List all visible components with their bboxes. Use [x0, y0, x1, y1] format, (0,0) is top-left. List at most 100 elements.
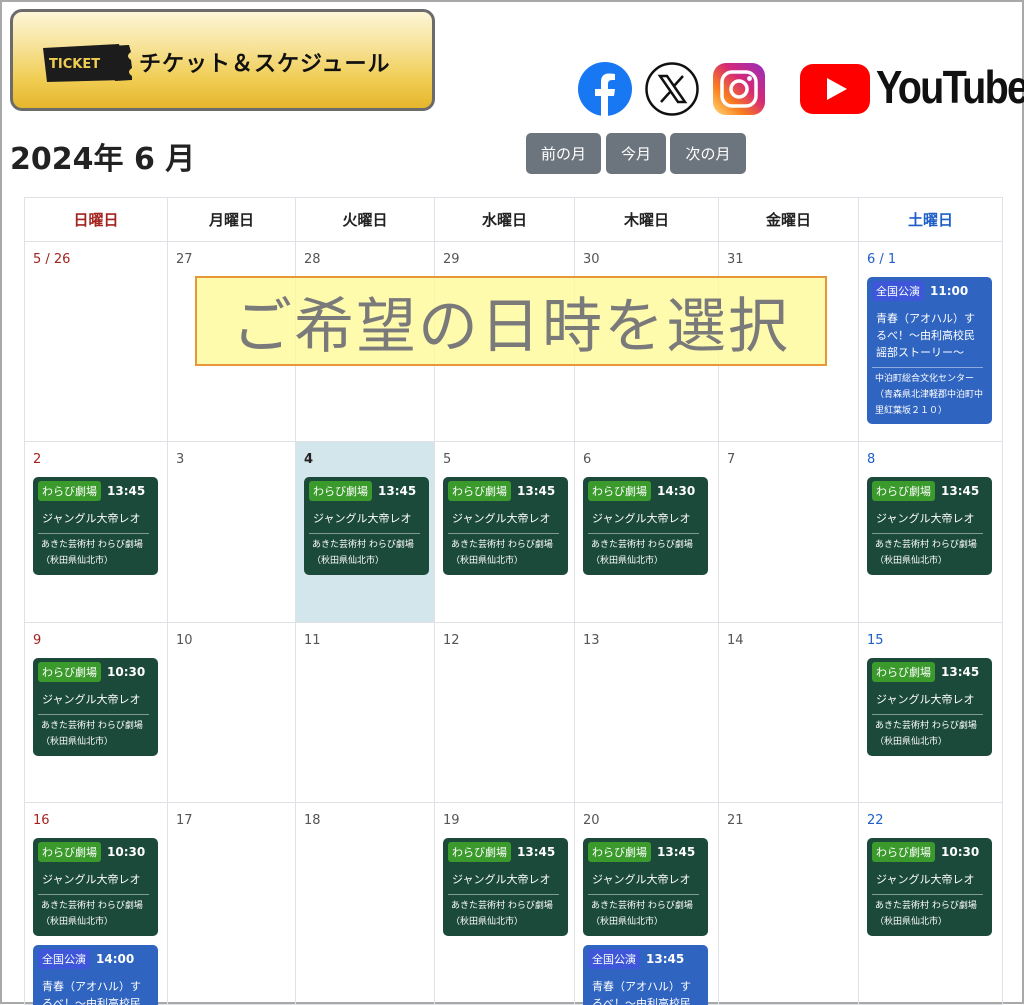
calendar-day-cell[interactable]: 15 わらび劇場 13:45 ジャングル大帝レオ あきた芸術村 わらび劇場（秋田県仙北市… — [858, 622, 1003, 803]
event-card[interactable]: 全国公演 13:45 青春（アオハル）するべ！〜由利高校民謡部ストーリー〜 — [583, 945, 708, 1005]
event-time: 13:45 — [378, 484, 417, 498]
event-card[interactable]: わらび劇場 13:45 ジャングル大帝レオ あきた芸術村 わらび劇場（秋田県仙北市） — [33, 477, 158, 575]
event-time: 10:30 — [107, 665, 146, 679]
event-venue: あきた芸術村 わらび劇場（秋田県仙北市） — [875, 540, 977, 566]
event-venue: あきた芸術村 わらび劇場（秋田県仙北市） — [41, 721, 143, 747]
x-link[interactable] — [645, 62, 699, 116]
event-time: 13:45 — [517, 845, 556, 859]
event-badge: わらび劇場 — [872, 481, 935, 501]
weekday-wed: 水曜日 — [434, 197, 575, 242]
event-card[interactable]: わらび劇場 14:30 ジャングル大帝レオ あきた芸術村 わらび劇場（秋田県仙北市） — [583, 477, 708, 575]
calendar-day-cell[interactable]: 3 — [167, 441, 296, 623]
current-month-button[interactable]: 今月 — [606, 133, 666, 174]
weekday-tue: 火曜日 — [295, 197, 435, 242]
day-number: 12 — [443, 633, 460, 648]
event-badge: 全国公演 — [38, 949, 90, 969]
calendar-day-cell[interactable]: 16 わらび劇場 10:30 ジャングル大帝レオ あきた芸術村 わらび劇場（秋田県仙北市… — [24, 802, 168, 1005]
calendar-day-cell[interactable]: 6 わらび劇場 14:30 ジャングル大帝レオ あきた芸術村 わらび劇場（秋田県仙北市） — [574, 441, 719, 623]
calendar-day-cell[interactable]: 17 — [167, 802, 296, 1005]
calendar-day-cell[interactable]: 5 / 26 — [24, 241, 168, 442]
ticket-logo-text: TICKET — [49, 57, 100, 72]
event-time: 10:30 — [107, 845, 146, 859]
facebook-link[interactable] — [578, 62, 632, 116]
event-card[interactable]: わらび劇場 13:45 ジャングル大帝レオ あきた芸術村 わらび劇場（秋田県仙北市） — [443, 838, 568, 936]
event-card[interactable]: わらび劇場 13:45 ジャングル大帝レオ あきた芸術村 わらび劇場（秋田県仙北市） — [867, 658, 992, 756]
calendar-day-cell[interactable]: 4 わらび劇場 13:45 ジャングル大帝レオ あきた芸術村 わらび劇場（秋田県仙北市） — [295, 441, 435, 623]
event-time: 13:45 — [646, 952, 685, 966]
youtube-wordmark[interactable]: YouTube — [876, 60, 1024, 114]
next-month-button[interactable]: 次の月 — [670, 133, 746, 174]
event-header: わらび劇場 13:45 — [38, 481, 153, 501]
calendar-day-cell[interactable]: 20 わらび劇場 13:45 ジャングル大帝レオ あきた芸術村 わらび劇場（秋田県仙北市… — [574, 802, 719, 1005]
event-card[interactable]: わらび劇場 10:30 ジャングル大帝レオ あきた芸術村 わらび劇場（秋田県仙北市） — [33, 658, 158, 756]
weekday-thu: 木曜日 — [574, 197, 719, 242]
day-number: 16 — [33, 813, 50, 828]
day-number: 14 — [727, 633, 744, 648]
event-time: 13:45 — [941, 484, 980, 498]
day-number: 28 — [304, 252, 321, 267]
calendar-day-cell[interactable]: 5 わらび劇場 13:45 ジャングル大帝レオ あきた芸術村 わらび劇場（秋田県仙北市） — [434, 441, 575, 623]
calendar-day-cell[interactable]: 7 — [718, 441, 859, 623]
event-card[interactable]: わらび劇場 13:45 ジャングル大帝レオ あきた芸術村 わらび劇場（秋田県仙北市） — [443, 477, 568, 575]
event-card[interactable]: わらび劇場 13:45 ジャングル大帝レオ あきた芸術村 わらび劇場（秋田県仙北市） — [867, 477, 992, 575]
calendar-day-cell[interactable]: 14 — [718, 622, 859, 803]
event-card[interactable]: わらび劇場 13:45 ジャングル大帝レオ あきた芸術村 わらび劇場（秋田県仙北市） — [304, 477, 429, 575]
day-number: 31 — [727, 252, 744, 267]
day-number: 30 — [583, 252, 600, 267]
day-number: 5 — [443, 452, 452, 467]
event-card[interactable]: わらび劇場 10:30 ジャングル大帝レオ あきた芸術村 わらび劇場（秋田県仙北市） — [867, 838, 992, 936]
event-title: ジャングル大帝レオ — [872, 871, 983, 896]
event-title: ジャングル大帝レオ — [448, 871, 559, 896]
calendar-day-cell[interactable]: 8 わらび劇場 13:45 ジャングル大帝レオ あきた芸術村 わらび劇場（秋田県仙北市） — [858, 441, 1003, 623]
event-title: ジャングル大帝レオ — [38, 871, 149, 896]
event-badge: わらび劇場 — [38, 662, 101, 682]
calendar-day-cell[interactable]: 12 — [434, 622, 575, 803]
day-number: 9 — [33, 633, 42, 648]
calendar-day-cell[interactable]: 21 — [718, 802, 859, 1005]
day-number: 21 — [727, 813, 744, 828]
calendar-day-cell[interactable]: 6 / 1 全国公演 11:00 青春（アオハル）するべ！〜由利高校民謡部ストーリー〜… — [858, 241, 1003, 442]
event-header: わらび劇場 10:30 — [872, 842, 987, 862]
calendar-day-cell[interactable]: 18 — [295, 802, 435, 1005]
event-header: わらび劇場 10:30 — [38, 842, 153, 862]
calendar-day-cell[interactable]: 19 わらび劇場 13:45 ジャングル大帝レオ あきた芸術村 わらび劇場（秋田県仙北市… — [434, 802, 575, 1005]
day-number: 4 — [304, 452, 314, 467]
calendar-day-cell[interactable]: 13 — [574, 622, 719, 803]
event-title: ジャングル大帝レオ — [38, 691, 149, 716]
youtube-link[interactable] — [800, 64, 870, 114]
event-title: 青春（アオハル）するべ！〜由利高校民謡部ストーリー〜 — [588, 978, 699, 1005]
event-venue: 中泊町総合文化センター（青森県北津軽郡中泊町中里紅葉坂２１０） — [875, 374, 984, 416]
calendar-week: 16 わらび劇場 10:30 ジャングル大帝レオ あきた芸術村 わらび劇場（秋田県仙北市… — [24, 802, 1003, 1005]
calendar-day-cell[interactable]: 2 わらび劇場 13:45 ジャングル大帝レオ あきた芸術村 わらび劇場（秋田県仙北市） — [24, 441, 168, 623]
event-badge: 全国公演 — [588, 949, 640, 969]
event-venue: あきた芸術村 わらび劇場（秋田県仙北市） — [41, 901, 143, 927]
event-card[interactable]: わらび劇場 10:30 ジャングル大帝レオ あきた芸術村 わらび劇場（秋田県仙北市） — [33, 838, 158, 936]
facebook-icon — [578, 62, 632, 116]
event-header: 全国公演 14:00 — [38, 949, 153, 969]
calendar-day-cell[interactable]: 11 — [295, 622, 435, 803]
calendar-day-cell[interactable]: 22 わらび劇場 10:30 ジャングル大帝レオ あきた芸術村 わらび劇場（秋田県仙北市… — [858, 802, 1003, 1005]
event-header: わらび劇場 13:45 — [448, 481, 563, 501]
event-badge: わらび劇場 — [309, 481, 372, 501]
calendar-week: 9 わらび劇場 10:30 ジャングル大帝レオ あきた芸術村 わらび劇場（秋田県仙北市）… — [24, 622, 1003, 803]
day-number: 6 / 1 — [867, 252, 897, 267]
day-number: 22 — [867, 813, 884, 828]
event-header: わらび劇場 13:45 — [448, 842, 563, 862]
event-header: わらび劇場 10:30 — [38, 662, 153, 682]
ticket-schedule-button[interactable]: TICKET チケット＆スケジュール — [10, 9, 435, 111]
prev-month-button[interactable]: 前の月 — [526, 133, 601, 174]
event-card[interactable]: 全国公演 14:00 青春（アオハル）するべ！〜由利高校民謡部ストーリー〜 — [33, 945, 158, 1005]
day-number: 6 — [583, 452, 592, 467]
event-time: 14:00 — [96, 952, 135, 966]
calendar-day-cell[interactable]: 9 わらび劇場 10:30 ジャングル大帝レオ あきた芸術村 わらび劇場（秋田県仙北市） — [24, 622, 168, 803]
calendar-day-cell[interactable]: 10 — [167, 622, 296, 803]
event-title: 青春（アオハル）するべ！〜由利高校民謡部ストーリー〜 — [872, 310, 983, 369]
event-card[interactable]: わらび劇場 13:45 ジャングル大帝レオ あきた芸術村 わらび劇場（秋田県仙北市） — [583, 838, 708, 936]
event-badge: わらび劇場 — [872, 842, 935, 862]
event-header: わらび劇場 13:45 — [588, 842, 703, 862]
event-card[interactable]: 全国公演 11:00 青春（アオハル）するべ！〜由利高校民謡部ストーリー〜 中泊町総合… — [867, 277, 992, 425]
event-header: 全国公演 13:45 — [588, 949, 703, 969]
event-time: 13:45 — [517, 484, 556, 498]
event-venue: あきた芸術村 わらび劇場（秋田県仙北市） — [875, 901, 977, 927]
instagram-link[interactable] — [712, 62, 766, 116]
